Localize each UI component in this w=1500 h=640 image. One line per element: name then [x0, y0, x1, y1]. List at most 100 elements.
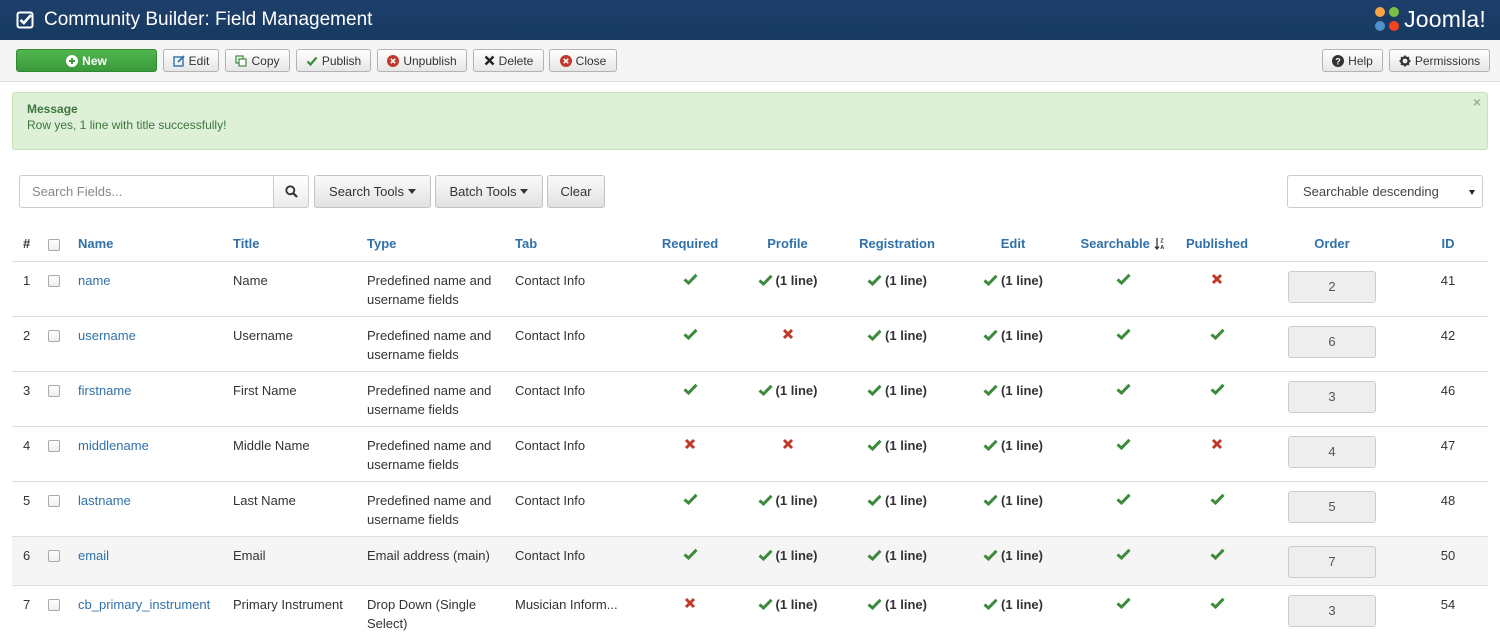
row-required[interactable]	[641, 480, 739, 536]
field-name-link[interactable]: name	[78, 273, 111, 288]
row-published[interactable]	[1178, 425, 1256, 481]
row-checkbox[interactable]	[48, 274, 60, 287]
field-name-link[interactable]: middlename	[78, 438, 149, 453]
profile-toggle[interactable]: (1 line)	[758, 271, 817, 290]
message-close-icon[interactable]: ×	[1473, 94, 1481, 110]
required-toggle[interactable]	[683, 383, 698, 395]
edit-toggle[interactable]: (1 line)	[983, 271, 1043, 290]
searchable-toggle[interactable]	[1116, 597, 1131, 609]
edit-button[interactable]: Edit	[163, 49, 219, 72]
required-toggle[interactable]	[684, 597, 696, 609]
row-profile[interactable]: (1 line)	[739, 535, 836, 585]
col-published[interactable]: Published	[1178, 227, 1256, 262]
col-profile[interactable]: Profile	[739, 227, 836, 262]
searchable-toggle[interactable]	[1116, 328, 1131, 340]
row-checkbox[interactable]	[48, 549, 60, 562]
published-toggle[interactable]	[1210, 328, 1225, 340]
registration-toggle[interactable]: (1 line)	[867, 381, 927, 400]
registration-toggle[interactable]: (1 line)	[867, 491, 927, 510]
row-required[interactable]	[641, 535, 739, 585]
col-profile-link[interactable]: Profile	[767, 236, 807, 251]
row-profile[interactable]: (1 line)	[739, 260, 836, 316]
row-edit[interactable]: (1 line)	[958, 535, 1068, 585]
col-id-link[interactable]: ID	[1442, 236, 1455, 251]
row-published[interactable]	[1178, 535, 1256, 585]
publish-button[interactable]: Publish	[296, 49, 371, 72]
row-profile[interactable]: (1 line)	[739, 480, 836, 536]
published-toggle[interactable]	[1210, 493, 1225, 505]
row-searchable[interactable]	[1068, 480, 1178, 536]
registration-toggle[interactable]: (1 line)	[867, 595, 927, 614]
permissions-button[interactable]: Permissions	[1389, 49, 1490, 72]
row-checkbox[interactable]	[48, 384, 60, 397]
profile-toggle[interactable]	[782, 438, 794, 450]
required-toggle[interactable]	[684, 438, 696, 450]
row-registration[interactable]: (1 line)	[836, 480, 958, 536]
row-registration[interactable]: (1 line)	[836, 425, 958, 481]
registration-toggle[interactable]: (1 line)	[867, 326, 927, 345]
order-input[interactable]: 2	[1288, 270, 1376, 303]
published-toggle[interactable]	[1210, 548, 1225, 560]
order-input[interactable]: 5	[1288, 490, 1376, 523]
row-edit[interactable]: (1 line)	[958, 260, 1068, 316]
row-searchable[interactable]	[1068, 370, 1178, 426]
row-required[interactable]	[641, 370, 739, 426]
registration-toggle[interactable]: (1 line)	[867, 271, 927, 290]
profile-toggle[interactable]: (1 line)	[758, 546, 817, 565]
edit-toggle[interactable]: (1 line)	[983, 326, 1043, 345]
profile-toggle[interactable]: (1 line)	[758, 491, 817, 510]
row-required[interactable]	[641, 425, 739, 481]
field-name-link[interactable]: lastname	[78, 493, 131, 508]
row-published[interactable]	[1178, 370, 1256, 426]
joomla-logo[interactable]: Joomla!	[1372, 4, 1486, 34]
published-toggle[interactable]	[1210, 383, 1225, 395]
published-toggle[interactable]	[1211, 273, 1223, 285]
col-order[interactable]: Order	[1256, 227, 1408, 262]
row-profile[interactable]: (1 line)	[739, 584, 836, 640]
col-registration-link[interactable]: Registration	[859, 236, 935, 251]
row-published[interactable]	[1178, 315, 1256, 371]
col-published-link[interactable]: Published	[1186, 236, 1248, 251]
select-all-checkbox[interactable]	[48, 239, 60, 252]
row-edit[interactable]: (1 line)	[958, 425, 1068, 481]
row-registration[interactable]: (1 line)	[836, 315, 958, 371]
clear-button[interactable]: Clear	[547, 175, 605, 208]
row-edit[interactable]: (1 line)	[958, 480, 1068, 536]
col-name[interactable]: Name	[78, 227, 233, 262]
edit-toggle[interactable]: (1 line)	[983, 381, 1043, 400]
col-tab-link[interactable]: Tab	[515, 236, 537, 251]
row-checkbox[interactable]	[48, 494, 60, 507]
col-title-link[interactable]: Title	[233, 236, 260, 251]
registration-toggle[interactable]: (1 line)	[867, 546, 927, 565]
field-name-link[interactable]: firstname	[78, 383, 131, 398]
order-input[interactable]: 6	[1288, 325, 1376, 358]
col-id[interactable]: ID	[1408, 227, 1488, 262]
col-type-link[interactable]: Type	[367, 236, 396, 251]
order-input[interactable]: 7	[1288, 545, 1376, 578]
row-registration[interactable]: (1 line)	[836, 535, 958, 585]
col-order-link[interactable]: Order	[1314, 236, 1349, 251]
copy-button[interactable]: Copy	[225, 49, 290, 72]
edit-toggle[interactable]: (1 line)	[983, 595, 1043, 614]
required-toggle[interactable]	[683, 548, 698, 560]
searchable-toggle[interactable]	[1116, 273, 1131, 285]
row-edit[interactable]: (1 line)	[958, 584, 1068, 640]
row-searchable[interactable]	[1068, 584, 1178, 640]
edit-toggle[interactable]: (1 line)	[983, 546, 1043, 565]
row-profile[interactable]	[739, 315, 836, 371]
row-checkbox[interactable]	[48, 439, 60, 452]
row-required[interactable]	[641, 315, 739, 371]
unpublish-button[interactable]: Unpublish	[377, 49, 467, 72]
field-name-link[interactable]: email	[78, 548, 109, 563]
row-checkbox[interactable]	[48, 329, 60, 342]
published-toggle[interactable]	[1211, 438, 1223, 450]
profile-toggle[interactable]: (1 line)	[758, 595, 817, 614]
row-searchable[interactable]	[1068, 535, 1178, 585]
col-type[interactable]: Type	[367, 227, 515, 262]
searchable-toggle[interactable]	[1116, 548, 1131, 560]
col-registration[interactable]: Registration	[836, 227, 958, 262]
row-required[interactable]	[641, 584, 739, 640]
order-input[interactable]: 3	[1288, 380, 1376, 413]
row-searchable[interactable]	[1068, 315, 1178, 371]
searchable-toggle[interactable]	[1116, 493, 1131, 505]
